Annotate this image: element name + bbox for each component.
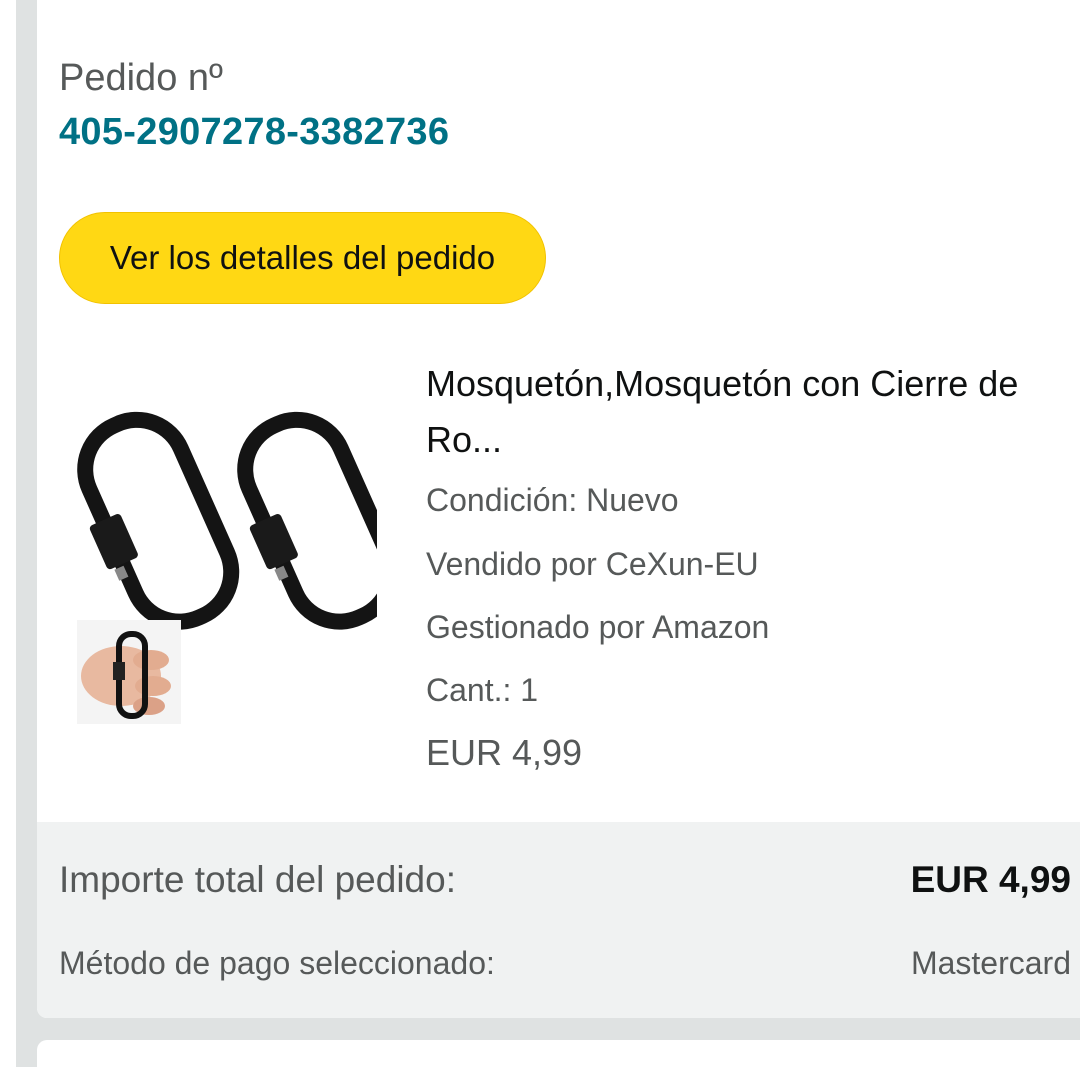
carabiner-icon [77,411,400,724]
order-label: Pedido nº [59,57,223,99]
total-value: EUR 4,99 [910,859,1071,900]
payment-method-label: Método de pago seleccionado: [59,945,495,981]
product-image[interactable] [77,408,400,724]
next-card [37,1040,1080,1067]
total-label: Importe total del pedido: [59,859,456,900]
order-summary [37,822,1080,1018]
order-page: Pedido nº 405-2907278-3382736 Ver los de… [0,0,1080,1067]
payment-method-value: Mastercard [910,945,1071,981]
product-quantity: Cant.: 1 [426,672,539,708]
product-seller: Vendido por CeXun-EU [426,546,759,582]
view-order-details-button[interactable]: Ver los detalles del pedido [59,212,546,304]
product-price: EUR 4,99 [426,732,583,773]
product-title-link[interactable]: Mosquetón,Mosquetón con Cierre de Ro... [426,356,1046,468]
order-number-link[interactable]: 405-2907278-3382736 [59,108,449,156]
order-card: Pedido nº 405-2907278-3382736 Ver los de… [37,0,1080,1018]
product-fulfillment: Gestionado por Amazon [426,609,770,645]
product-condition: Condición: Nuevo [426,482,679,518]
left-rail [0,0,16,1067]
